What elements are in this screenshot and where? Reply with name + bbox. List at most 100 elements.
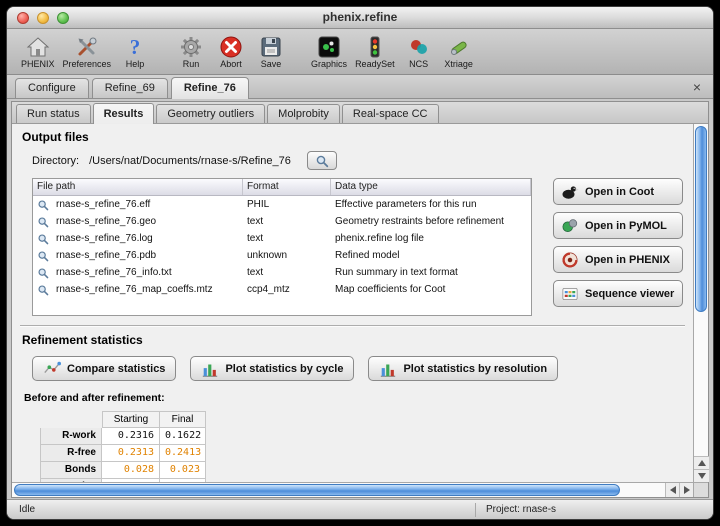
toolbar-ncs-button[interactable]: NCS — [399, 30, 439, 74]
button-label: Plot statistics by cycle — [225, 363, 343, 375]
file-row[interactable]: rnase-s_refine_76.pdb unknown Refined mo… — [33, 247, 531, 264]
toolbar-phenix-button[interactable]: PHENIX — [17, 30, 59, 74]
toolbar-label: Preferences — [63, 59, 112, 69]
plot-by-cycle-button[interactable]: Plot statistics by cycle — [190, 356, 354, 381]
xtriage-icon — [447, 35, 471, 59]
sequence-viewer-button[interactable]: Sequence viewer — [553, 280, 683, 307]
file-row[interactable]: rnase-s_refine_76_map_coeffs.mtz ccp4_mt… — [33, 281, 531, 298]
window-controls — [17, 12, 69, 24]
help-icon: ? — [123, 35, 147, 59]
tab-results[interactable]: Results — [93, 103, 155, 124]
tab-real-space-cc[interactable]: Real-space CC — [342, 104, 439, 123]
tab-refine-69[interactable]: Refine_69 — [92, 78, 168, 98]
zoom-window-button[interactable] — [57, 12, 69, 24]
vertical-scrollbar[interactable] — [693, 124, 708, 482]
abort-icon — [219, 35, 243, 59]
graphics-icon — [317, 35, 341, 59]
toolbar-label: Graphics — [311, 59, 347, 69]
open-in-pymol-button[interactable]: Open in PyMOL — [553, 212, 683, 239]
minimize-window-button[interactable] — [37, 12, 49, 24]
file-row[interactable]: rnase-s_refine_76.geo text Geometry rest… — [33, 213, 531, 230]
toolbar-label: NCS — [409, 59, 428, 69]
toolbar-label: Run — [183, 59, 200, 69]
stat-value: 0.2316 — [102, 428, 160, 445]
phenix-logo-icon — [560, 251, 580, 269]
toolbar-run-button[interactable]: Run — [171, 30, 211, 74]
output-files-table[interactable]: File path Format Data type rnase-s_refin… — [32, 178, 532, 316]
horizontal-scrollbar[interactable] — [12, 482, 693, 497]
scroll-right-icon[interactable] — [679, 483, 693, 497]
tab-configure[interactable]: Configure — [15, 78, 89, 98]
scrollbar-corner — [693, 482, 708, 497]
horizontal-scroll-thumb[interactable] — [14, 484, 620, 496]
file-datatype: Run summary in text format — [331, 267, 531, 278]
file-datatype: Refined model — [331, 250, 531, 261]
pymol-icon — [560, 217, 580, 235]
toolbar: PHENIX Preferences ? Help Run Abort Save… — [7, 29, 713, 75]
section-divider — [20, 325, 685, 327]
toolbar-readyset-button[interactable]: ReadySet — [351, 30, 399, 74]
plot-by-resolution-button[interactable]: Plot statistics by resolution — [368, 356, 558, 381]
stat-value: 0.2313 — [102, 445, 160, 462]
browse-directory-button[interactable] — [307, 151, 337, 170]
home-icon — [26, 35, 50, 59]
close-tab-icon[interactable]: × — [689, 76, 705, 98]
table-header: File path Format Data type — [33, 179, 531, 196]
tab-molprobity[interactable]: Molprobity — [267, 104, 340, 123]
column-header-file-path[interactable]: File path — [33, 179, 243, 195]
open-in-phenix-button[interactable]: Open in PHENIX — [553, 246, 683, 273]
toolbar-label: Save — [261, 59, 282, 69]
tab-refine-76[interactable]: Refine_76 — [171, 77, 249, 99]
tab-geometry-outliers[interactable]: Geometry outliers — [156, 104, 265, 123]
toolbar-help-button[interactable]: ? Help — [115, 30, 155, 74]
svg-text:?: ? — [130, 35, 141, 59]
magnifier-icon — [37, 250, 49, 262]
magnifier-icon — [37, 284, 49, 296]
title-bar[interactable]: phenix.refine — [7, 7, 713, 29]
open-in-coot-button[interactable]: Open in Coot — [553, 178, 683, 205]
stats-header-final: Final — [160, 411, 206, 428]
scroll-down-icon[interactable] — [694, 469, 709, 482]
bar-chart-icon — [379, 360, 397, 378]
stat-value: 0.028 — [102, 462, 160, 479]
toolbar-label: Xtriage — [444, 59, 473, 69]
column-header-data-type[interactable]: Data type — [331, 179, 531, 195]
sub-tab-bar: Run status Results Geometry outliers Mol… — [12, 102, 708, 124]
close-window-button[interactable] — [17, 12, 29, 24]
horizontal-scroll-arrows — [665, 483, 693, 498]
app-window: phenix.refine PHENIX Preferences ? Help … — [6, 6, 714, 520]
stat-value: 0.023 — [160, 462, 206, 479]
magnifier-icon — [37, 233, 49, 245]
toolbar-abort-button[interactable]: Abort — [211, 30, 251, 74]
ncs-icon — [407, 35, 431, 59]
file-row[interactable]: rnase-s_refine_76.log text phenix.refine… — [33, 230, 531, 247]
directory-label: Directory: — [32, 155, 79, 167]
file-row[interactable]: rnase-s_refine_76_info.txt text Run summ… — [33, 264, 531, 281]
file-path: rnase-s_refine_76.eff — [52, 199, 154, 210]
file-row[interactable]: rnase-s_refine_76.eff PHIL Effective par… — [33, 196, 531, 213]
output-files-heading: Output files — [22, 130, 693, 144]
column-header-format[interactable]: Format — [243, 179, 331, 195]
file-datatype: Map coefficients for Coot — [331, 284, 531, 295]
vertical-scroll-thumb[interactable] — [695, 126, 707, 312]
status-bar: Idle Project: rnase-s — [7, 499, 713, 519]
button-label: Open in PHENIX — [585, 254, 670, 266]
toolbar-xtriage-button[interactable]: Xtriage — [439, 30, 479, 74]
scroll-left-icon[interactable] — [665, 483, 679, 497]
directory-row: Directory: /Users/nat/Documents/rnase-s/… — [32, 151, 693, 170]
toolbar-preferences-button[interactable]: Preferences — [59, 30, 116, 74]
main-tab-bar: Configure Refine_69 Refine_76 × — [7, 75, 713, 99]
scatter-chart-icon — [43, 360, 61, 378]
stats-header-starting: Starting — [102, 411, 160, 428]
file-path: rnase-s_refine_76_map_coeffs.mtz — [52, 284, 217, 295]
sequence-icon — [560, 285, 580, 303]
file-format: PHIL — [243, 199, 331, 210]
toolbar-save-button[interactable]: Save — [251, 30, 291, 74]
scroll-up-icon[interactable] — [694, 456, 709, 469]
compare-statistics-button[interactable]: Compare statistics — [32, 356, 176, 381]
button-label: Compare statistics — [67, 363, 165, 375]
toolbar-graphics-button[interactable]: Graphics — [307, 30, 351, 74]
gear-icon — [179, 35, 203, 59]
tab-run-status[interactable]: Run status — [16, 104, 91, 123]
stat-row-label: R-work — [40, 428, 102, 445]
